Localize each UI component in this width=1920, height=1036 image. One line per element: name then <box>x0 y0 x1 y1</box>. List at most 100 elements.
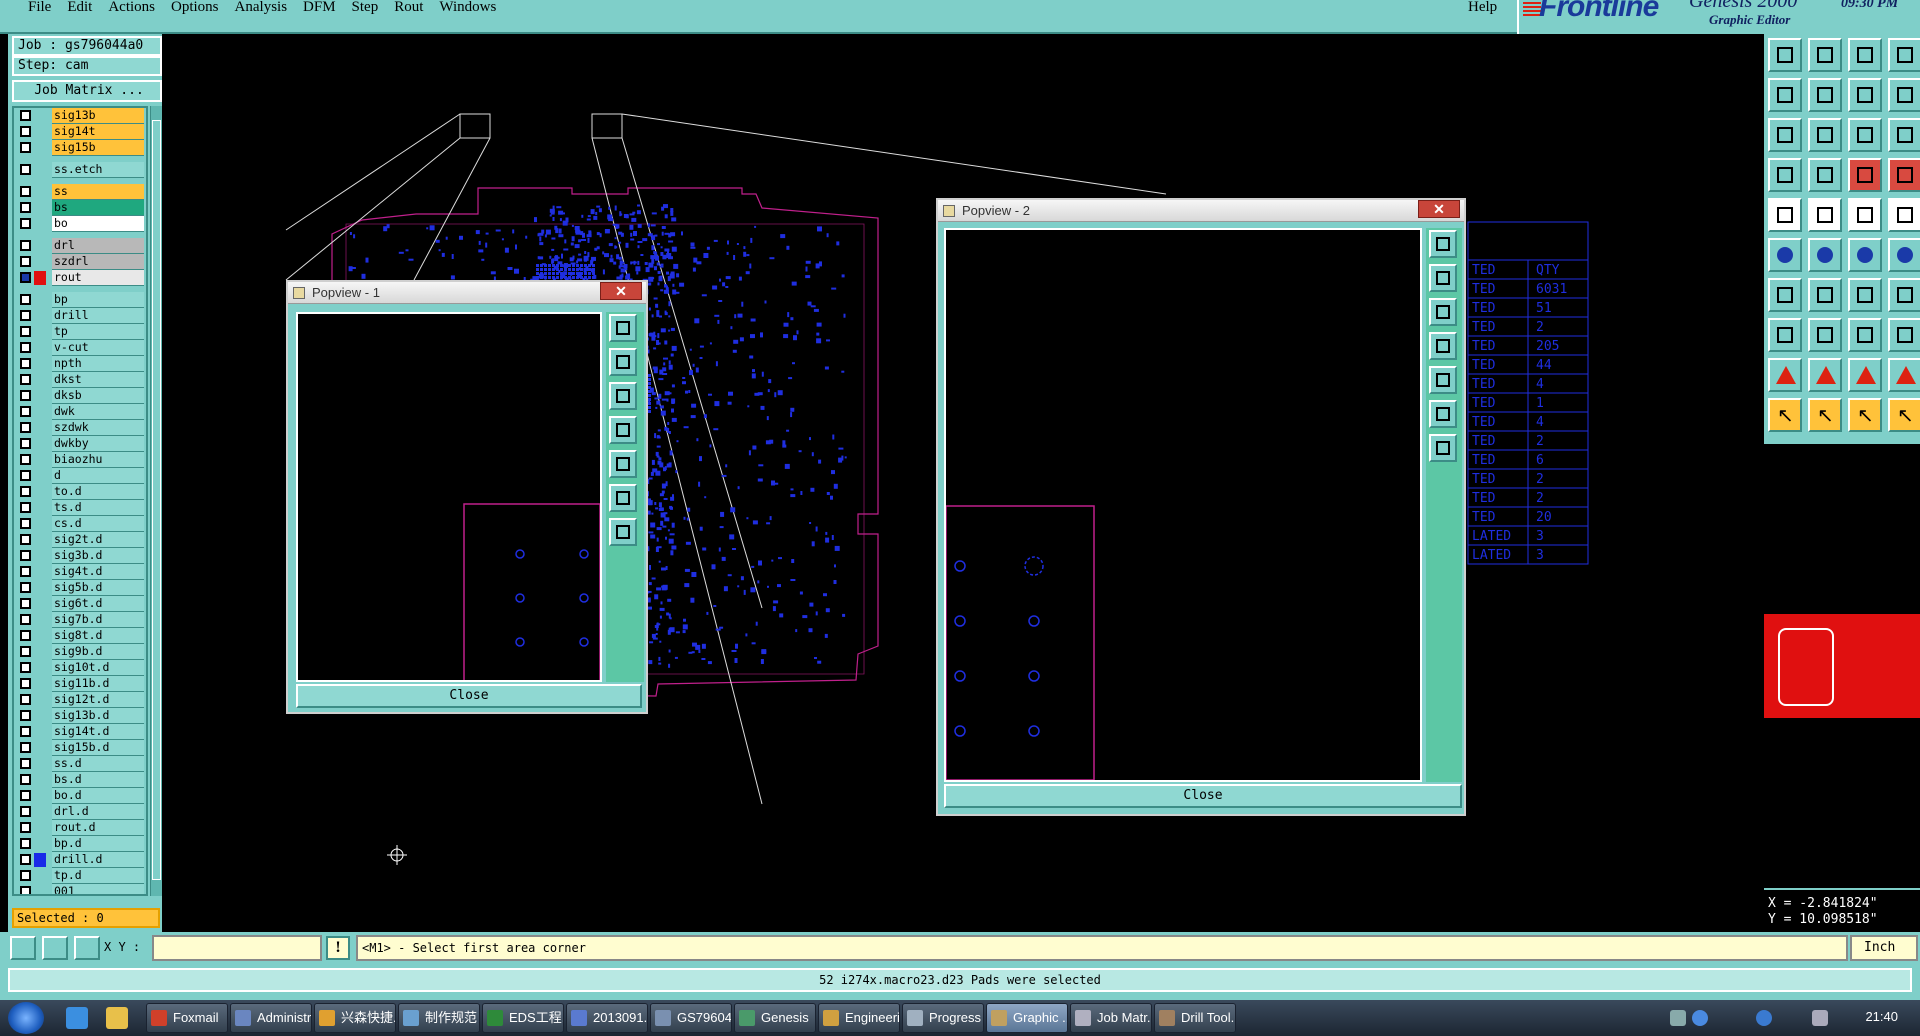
menu-help[interactable]: Help <box>1468 0 1497 16</box>
taskbar-item[interactable]: Genesis <box>734 1003 816 1033</box>
layer-name[interactable]: dwkby <box>52 436 144 452</box>
layer-name[interactable]: ss <box>52 184 144 200</box>
layer-name[interactable]: drl.d <box>52 804 144 820</box>
tool-button[interactable] <box>1888 118 1920 152</box>
layer-row[interactable]: sig8t.d <box>14 628 146 644</box>
layer-row[interactable]: v-cut <box>14 340 146 356</box>
tool-button[interactable] <box>1888 238 1920 272</box>
layer-name[interactable]: szdwk <box>52 420 144 436</box>
tool-button[interactable] <box>1848 78 1882 112</box>
layer-name[interactable]: sig13b <box>52 108 144 124</box>
taskbar-item[interactable]: 兴森快捷... <box>314 1003 396 1033</box>
tool-button[interactable] <box>1888 398 1920 432</box>
layer-name[interactable]: npth <box>52 356 144 372</box>
layer-name[interactable]: v-cut <box>52 340 144 356</box>
layer-checkbox[interactable] <box>20 294 31 305</box>
popview-2-view[interactable] <box>944 228 1422 782</box>
layer-checkbox[interactable] <box>20 454 31 465</box>
menu-analysis[interactable]: Analysis <box>227 0 296 16</box>
unit-selector[interactable]: Inch <box>1850 935 1918 961</box>
tool-button[interactable] <box>1808 38 1842 72</box>
layer-row[interactable]: ss <box>14 184 146 200</box>
tool-button[interactable] <box>1768 118 1802 152</box>
layer-row[interactable]: sig11b.d <box>14 676 146 692</box>
layer-checkbox[interactable] <box>20 326 31 337</box>
layer-name[interactable]: rout <box>52 270 144 286</box>
layer-checkbox[interactable] <box>20 470 31 481</box>
layer-name[interactable]: sig2t.d <box>52 532 144 548</box>
layer-name[interactable]: bo.d <box>52 788 144 804</box>
layer-name[interactable]: ss.d <box>52 756 144 772</box>
layer-row[interactable]: sig14t <box>14 124 146 140</box>
tool-button[interactable] <box>1848 158 1882 192</box>
layer-row[interactable]: drill <box>14 308 146 324</box>
pan-down-button[interactable] <box>609 382 637 410</box>
layer-row[interactable]: sig13b.d <box>14 708 146 724</box>
board-preview[interactable] <box>1764 614 1920 718</box>
layer-row[interactable]: sig13b <box>14 108 146 124</box>
layer-row[interactable]: tp <box>14 324 146 340</box>
layer-checkbox[interactable] <box>20 502 31 513</box>
layer-row[interactable]: ss.d <box>14 756 146 772</box>
layer-checkbox[interactable] <box>20 164 31 175</box>
tool-button[interactable] <box>1808 238 1842 272</box>
tray-volume-icon[interactable] <box>1812 1010 1828 1026</box>
zoom-in-button[interactable] <box>1429 400 1457 428</box>
popview-2-close-button[interactable]: Close <box>944 784 1462 808</box>
zoom-out-button[interactable] <box>1429 434 1457 462</box>
layer-checkbox[interactable] <box>20 310 31 321</box>
layer-checkbox[interactable] <box>20 342 31 353</box>
zoom-out-button[interactable] <box>609 518 637 546</box>
pan-down-button[interactable] <box>1429 298 1457 326</box>
layer-name[interactable]: sig12t.d <box>52 692 144 708</box>
tool-button[interactable] <box>1768 158 1802 192</box>
taskbar-item[interactable]: Administr... <box>230 1003 312 1033</box>
tool-button[interactable] <box>1808 78 1842 112</box>
layer-row[interactable]: dwk <box>14 404 146 420</box>
layer-row[interactable]: dksb <box>14 388 146 404</box>
layer-name[interactable]: bo <box>52 216 144 232</box>
layer-name[interactable]: biaozhu <box>52 452 144 468</box>
layer-checkbox[interactable] <box>20 886 31 894</box>
tool-button[interactable] <box>1808 278 1842 312</box>
menu-actions[interactable]: Actions <box>100 0 163 16</box>
layer-row[interactable]: drl.d <box>14 804 146 820</box>
layer-checkbox[interactable] <box>20 256 31 267</box>
explorer-icon[interactable] <box>106 1007 128 1029</box>
layer-checkbox[interactable] <box>20 614 31 625</box>
zoom-home-button[interactable] <box>609 314 637 342</box>
layer-row[interactable]: 001 <box>14 884 146 894</box>
layer-checkbox[interactable] <box>20 518 31 529</box>
tool-button[interactable] <box>1768 398 1802 432</box>
layer-checkbox[interactable] <box>20 218 31 229</box>
layer-name[interactable]: sig3b.d <box>52 548 144 564</box>
pan-up-button[interactable] <box>1429 264 1457 292</box>
layer-row[interactable]: sig9b.d <box>14 644 146 660</box>
tool-button[interactable] <box>1768 238 1802 272</box>
ie-icon[interactable] <box>66 1007 88 1029</box>
layer-checkbox[interactable] <box>20 566 31 577</box>
layer-row[interactable]: npth <box>14 356 146 372</box>
layer-row[interactable]: szdwk <box>14 420 146 436</box>
layer-checkbox[interactable] <box>20 126 31 137</box>
taskbar-item[interactable]: Drill Tool... <box>1154 1003 1236 1033</box>
tool-button[interactable] <box>1768 38 1802 72</box>
layer-name[interactable]: drill.d <box>52 852 144 868</box>
tool-button[interactable] <box>1808 318 1842 352</box>
layer-row[interactable]: sig14t.d <box>14 724 146 740</box>
layer-name[interactable]: sig15b <box>52 140 144 156</box>
menu-step[interactable]: Step <box>344 0 387 16</box>
layer-row[interactable]: ss.etch <box>14 162 146 178</box>
layer-name[interactable]: bs <box>52 200 144 216</box>
popview-2-close-x-button[interactable]: ✕ <box>1418 200 1460 218</box>
layer-row[interactable]: biaozhu <box>14 452 146 468</box>
tool-button[interactable] <box>1848 398 1882 432</box>
layer-checkbox[interactable] <box>20 186 31 197</box>
layer-name[interactable]: rout.d <box>52 820 144 836</box>
tool-button[interactable] <box>1848 318 1882 352</box>
layer-name[interactable]: ts.d <box>52 500 144 516</box>
layer-row[interactable]: bp.d <box>14 836 146 852</box>
layer-row[interactable]: sig12t.d <box>14 692 146 708</box>
tool-button[interactable] <box>1848 38 1882 72</box>
layer-name[interactable]: sig14t.d <box>52 724 144 740</box>
